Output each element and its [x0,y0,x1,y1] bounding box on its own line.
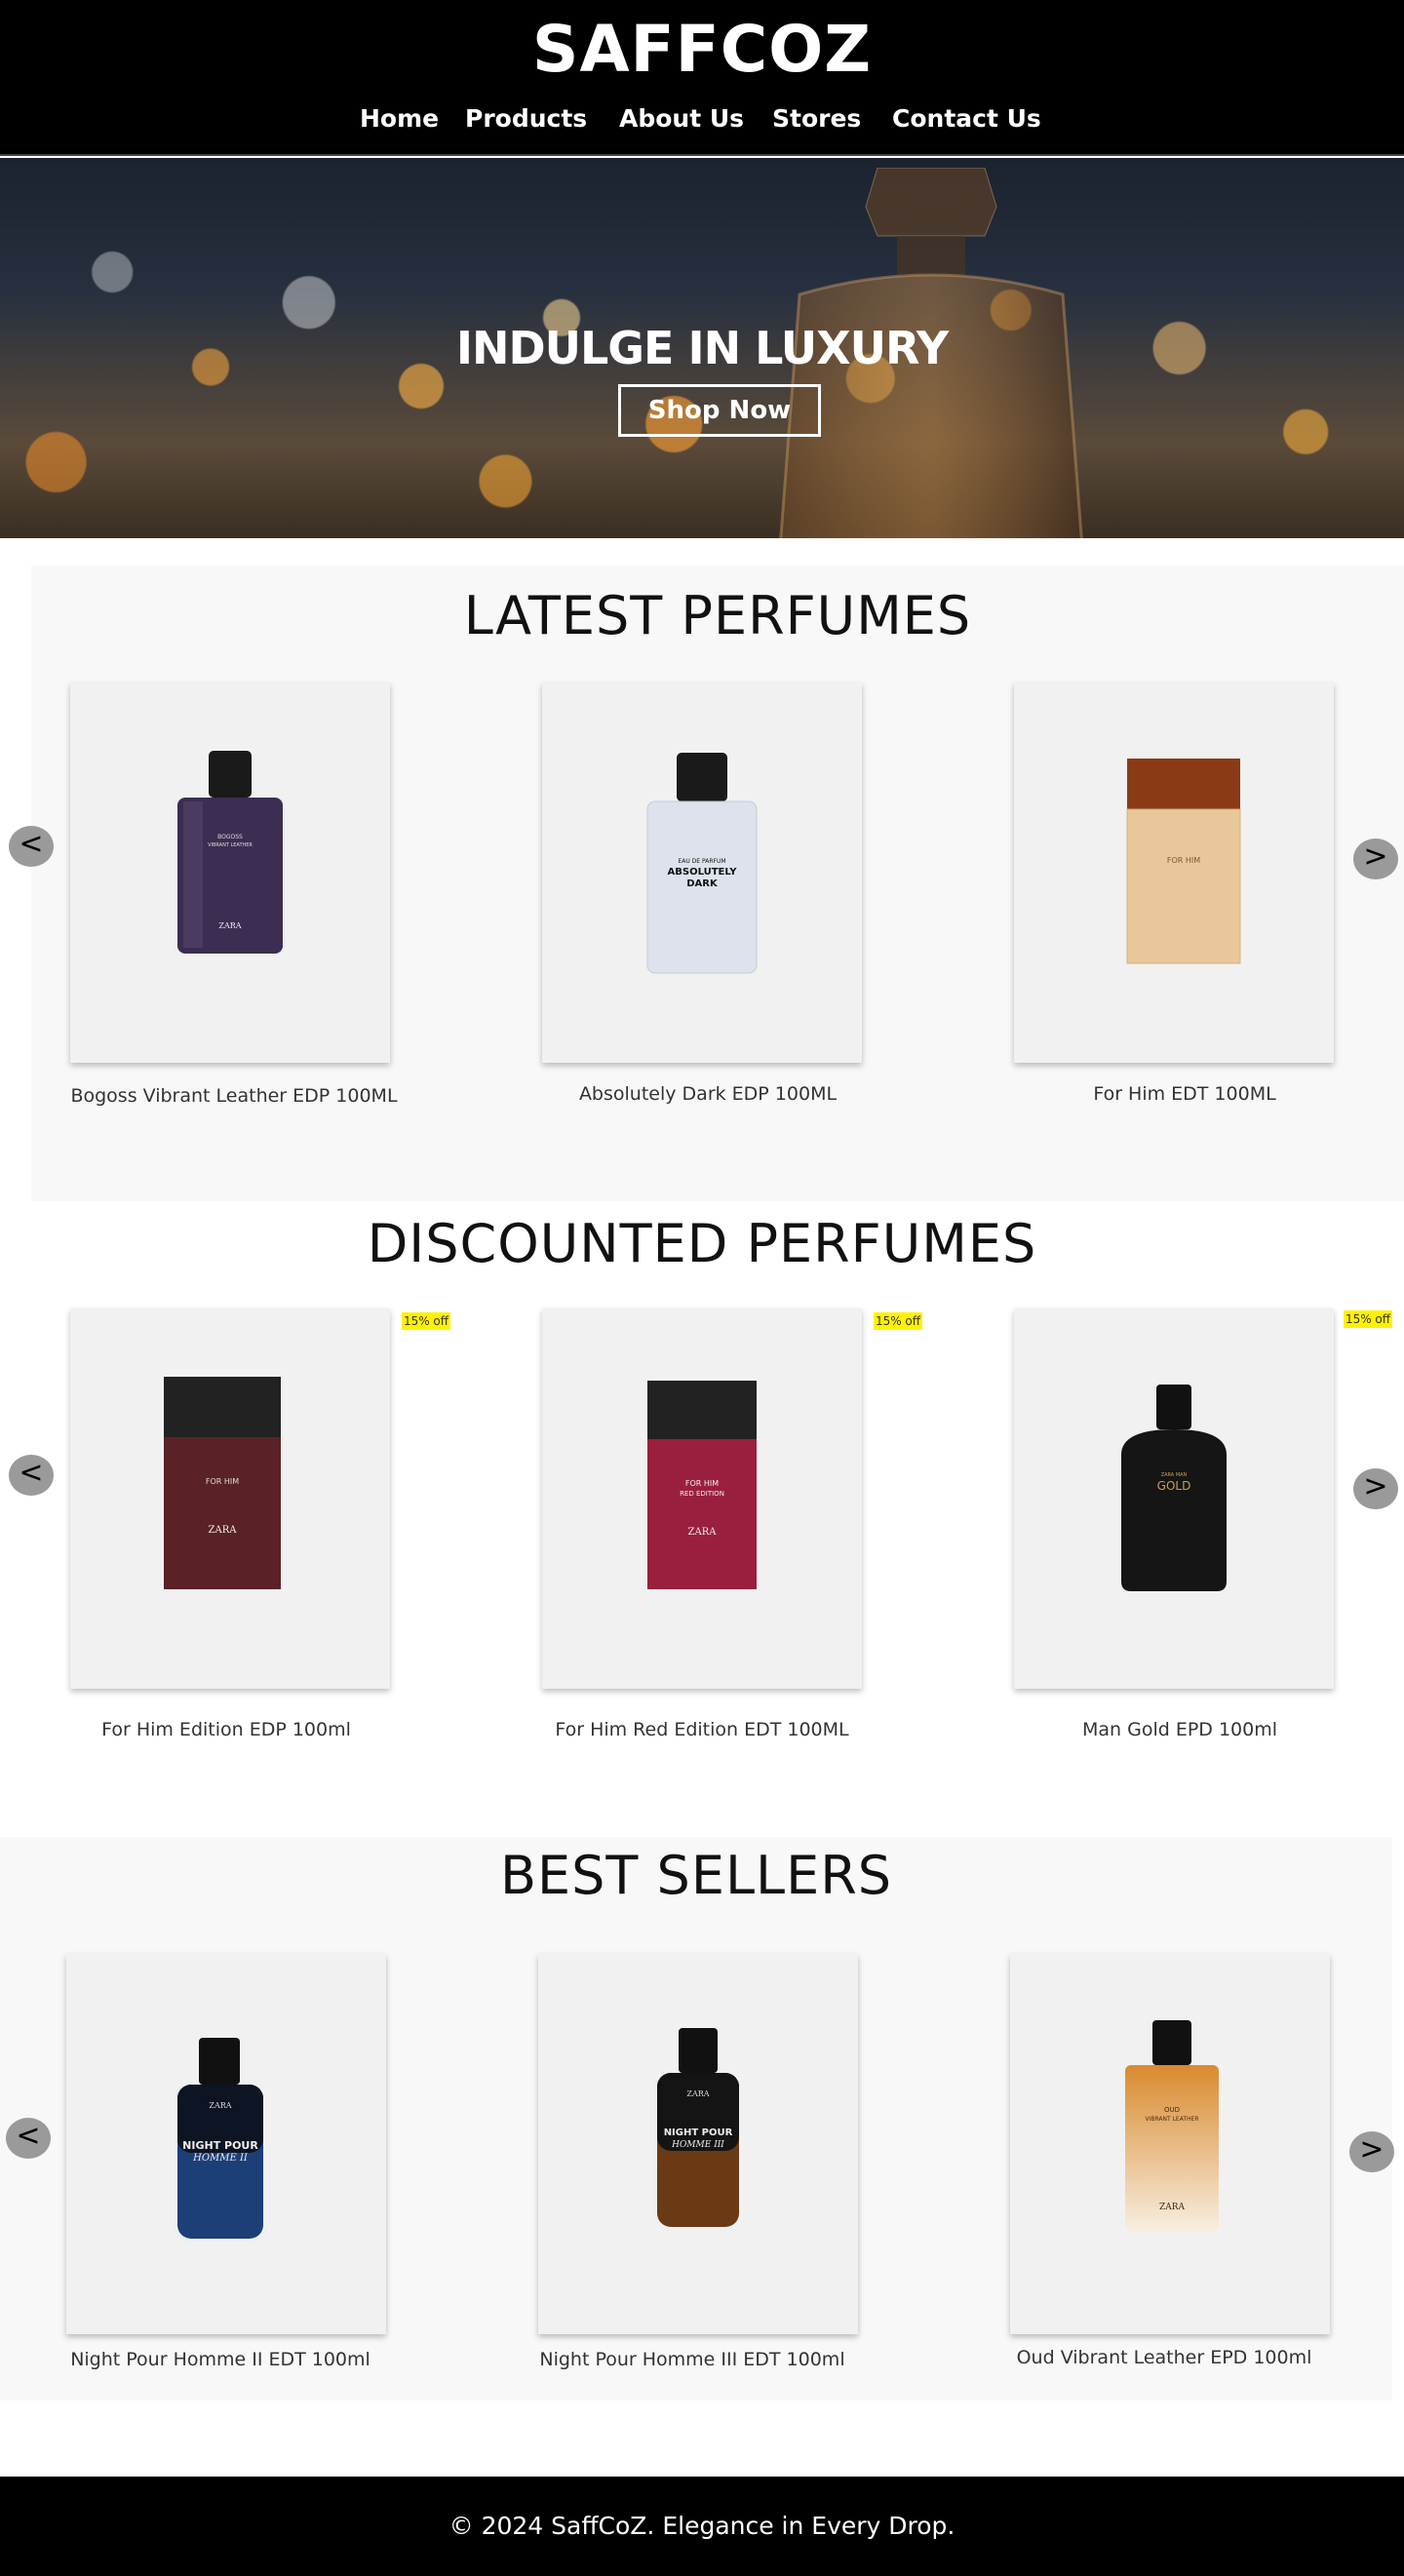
product-image[interactable]: BOGOSS VIBRANT LEATHER ZARA [70,683,390,1063]
svg-text:ZARA: ZARA [688,1527,718,1538]
perfume-bottle-icon: BOGOSS VIBRANT LEATHER ZARA [177,751,283,954]
svg-text:DARK: DARK [686,878,719,889]
shop-now-button[interactable]: Shop Now [618,384,821,437]
svg-text:RED EDITION: RED EDITION [680,1490,724,1498]
svg-text:VIBRANT LEATHER: VIBRANT LEATHER [208,842,253,848]
product-name[interactable]: Night Pour Homme III EDT 100ml [497,2348,887,2371]
product-name[interactable]: For Him Red Edition EDT 100ML [507,1718,897,1741]
perfume-bottle-icon: FOR HIM [1126,759,1241,964]
perfume-bottle-icon: EAU DE PARFUM ABSOLUTELY DARK [646,753,758,974]
brand-logo[interactable]: SAFFCOZ [0,12,1404,88]
product-image[interactable]: FOR HIM RED EDITION ZARA [542,1308,862,1689]
product-image[interactable]: FOR HIM ZARA [70,1308,390,1689]
main-nav: Home Products About Us Stores Contact Us [0,101,1404,137]
nav-about-us[interactable]: About Us [619,101,744,137]
discounted-next-arrow[interactable]: > [1353,1468,1398,1509]
perfume-bottle-icon: OUD VIBRANT LEATHER ZARA [1125,2020,1219,2233]
svg-text:ZARA: ZARA [1159,2203,1186,2212]
product-name[interactable]: Oud Vibrant Leather EPD 100ml [969,2346,1359,2369]
svg-text:HOMME II: HOMME II [192,2153,249,2164]
product-image[interactable]: ZARA MAN GOLD [1014,1308,1334,1689]
svg-text:ZARA: ZARA [218,921,241,930]
perfume-bottle-icon: ZARA MAN GOLD [1121,1385,1227,1591]
product-name[interactable]: Absolutely Dark EDP 100ML [513,1082,903,1106]
hero-title: INDULGE IN LUXURY [455,322,949,374]
discounted-perfumes-section: DISCOUNTED PERFUMES FOR HIM ZARA 15% off… [0,1201,1404,1786]
svg-text:GOLD: GOLD [1157,1479,1191,1493]
product-name[interactable]: Man Gold EPD 100ml [985,1718,1375,1741]
product-name[interactable]: For Him Edition EDP 100ml [31,1718,421,1741]
nav-home[interactable]: Home [360,101,439,137]
svg-text:ZARA: ZARA [209,2101,231,2110]
product-name[interactable]: Bogoss Vibrant Leather EDP 100ML [39,1084,429,1108]
perfume-bottle-icon: FOR HIM RED EDITION ZARA [647,1381,757,1589]
svg-text:BOGOSS: BOGOSS [217,834,243,840]
footer-copyright: © 2024 SaffCoZ. Elegance in Every Drop. [448,2512,956,2540]
bestsellers-prev-arrow[interactable]: < [6,2118,51,2159]
svg-text:NIGHT POUR: NIGHT POUR [182,2139,258,2152]
latest-perfumes-section: LATEST PERFUMES BOGOSS VIBRANT LEATHER Z… [31,566,1404,1201]
discount-badge: 15% off [874,1312,922,1330]
svg-text:NIGHT POUR: NIGHT POUR [664,2127,733,2138]
perfume-bottle-icon: FOR HIM ZARA [164,1377,281,1589]
svg-text:EAU DE PARFUM: EAU DE PARFUM [678,858,725,865]
bestsellers-next-arrow[interactable]: > [1349,2131,1394,2172]
product-image[interactable]: FOR HIM [1014,683,1334,1063]
section-title: BEST SELLERS [499,1845,893,1906]
perfume-bottle-icon: ZARA NIGHT POUR HOMME II [177,2038,263,2239]
section-title: LATEST PERFUMES [463,585,972,646]
perfume-bottle-icon: ZARA NIGHT POUR HOMME III [657,2028,739,2227]
hero-banner: INDULGE IN LUXURY Shop Now [0,158,1404,538]
site-header: SAFFCOZ Home Products About Us Stores Co… [0,0,1404,156]
product-image[interactable]: EAU DE PARFUM ABSOLUTELY DARK [542,683,862,1063]
svg-text:ABSOLUTELY: ABSOLUTELY [668,867,738,878]
svg-text:FOR HIM: FOR HIM [1167,856,1200,865]
svg-text:ZARA: ZARA [209,1525,238,1536]
site-footer: © 2024 SaffCoZ. Elegance in Every Drop. [0,2477,1404,2576]
svg-text:ZARA: ZARA [686,2089,709,2098]
svg-text:OUD: OUD [1164,2106,1180,2114]
discount-badge: 15% off [402,1312,450,1330]
section-title: DISCOUNTED PERFUMES [367,1213,1037,1274]
svg-text:FOR HIM: FOR HIM [206,1477,239,1486]
best-sellers-section: BEST SELLERS ZARA NIGHT POUR HOMME II Ni… [0,1837,1392,2400]
nav-contact-us[interactable]: Contact Us [892,101,1041,137]
product-image[interactable]: ZARA NIGHT POUR HOMME II [66,1954,386,2334]
product-image[interactable]: ZARA NIGHT POUR HOMME III [538,1954,858,2334]
svg-text:FOR HIM: FOR HIM [685,1479,719,1488]
product-name[interactable]: For Him EDT 100ML [990,1082,1380,1106]
svg-text:HOMME III: HOMME III [671,2140,724,2150]
nav-products[interactable]: Products [465,101,587,137]
latest-next-arrow[interactable]: > [1353,839,1398,879]
discounted-prev-arrow[interactable]: < [9,1455,54,1496]
product-image[interactable]: OUD VIBRANT LEATHER ZARA [1010,1954,1330,2334]
product-name[interactable]: Night Pour Homme II EDT 100ml [25,2348,415,2371]
latest-prev-arrow[interactable]: < [9,826,54,867]
svg-text:ZARA MAN: ZARA MAN [1161,1472,1188,1478]
discount-badge: 15% off [1344,1310,1392,1328]
nav-stores[interactable]: Stores [772,101,861,137]
svg-text:VIBRANT LEATHER: VIBRANT LEATHER [1146,2116,1199,2123]
